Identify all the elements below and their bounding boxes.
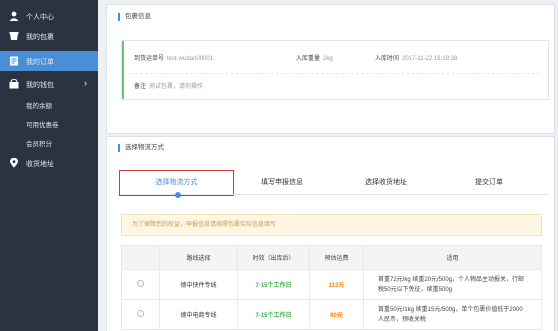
sidebar-item-profile[interactable]: 个人中心 xyxy=(0,6,98,26)
tab-select-address[interactable]: 选择收货地址 xyxy=(346,176,426,196)
sidebar-item-address[interactable]: 收货地址 xyxy=(0,153,98,173)
chevron-right-icon: › xyxy=(84,78,87,88)
description-line: 首重50元/1kg 续重15元/500g，单个包裹价值低于2000 xyxy=(378,306,523,313)
route-radio[interactable] xyxy=(137,310,144,317)
weight-value: 2kg xyxy=(323,56,333,62)
tab-progress-line xyxy=(121,194,549,195)
table-row[interactable]: 德中电商专线 7-15个工作日 80元 首重50元/1kg 续重15元/500g… xyxy=(121,299,542,330)
description-line: 人民币，预收关税 xyxy=(378,316,427,323)
sidebar-subitem-balance[interactable]: 我的余额 xyxy=(0,95,98,113)
sidebar-item-label: 我的钱包 xyxy=(26,82,54,89)
route-radio[interactable] xyxy=(137,280,144,287)
sidebar-item-label: 个人中心 xyxy=(26,14,54,21)
route-name: 德中电商专线 xyxy=(159,299,238,330)
orders-icon xyxy=(10,56,18,66)
description-line: 税50元以下免征，续重500g xyxy=(378,286,453,293)
tab-submit-order[interactable]: 提交订单 xyxy=(454,176,524,196)
logistics-table: 路线选择 时效（出库后） 预估运费 适用 德中快件专线 7-15个工作日 112… xyxy=(121,245,542,330)
package-note: 备注 测试包裹，请勿操作 xyxy=(134,81,203,90)
sidebar-subitem-coupons[interactable]: 可用优惠卷 xyxy=(0,114,98,132)
sidebar-subitem-points[interactable]: 会员积分 xyxy=(0,133,98,151)
route-name: 德中快件专线 xyxy=(159,269,238,300)
estimated-price: 80元 xyxy=(309,299,364,330)
sidebar: 个人中心 我的包裹 我的订单 我的钱包 › 我的余额 可用优惠卷 会员积分 收货… xyxy=(0,0,98,331)
wallet-icon xyxy=(9,79,19,89)
tracking-value: test-wudan00001 xyxy=(167,56,214,62)
tracking-number: 到货运单号 test-wudan00001 xyxy=(134,53,213,62)
route-description: 首重72元/kg 续重20元/500g，个人物品主动报关，行邮 税50元以下免征… xyxy=(363,269,542,300)
tracking-label: 到货运单号 xyxy=(134,56,165,62)
sidebar-item-wallet[interactable]: 我的钱包 › xyxy=(0,74,98,94)
location-icon xyxy=(10,158,18,168)
radio-cell[interactable] xyxy=(121,269,160,300)
tab-declaration-info[interactable]: 填写申报信息 xyxy=(242,176,322,196)
sidebar-item-label: 我的订单 xyxy=(26,59,54,66)
notice-banner: 为了保障您的权益，申报信息请按照包裹实际信息填写 xyxy=(121,214,542,236)
sidebar-item-label: 收货地址 xyxy=(26,161,54,168)
radio-cell[interactable] xyxy=(121,299,160,330)
sidebar-item-label: 我的包裹 xyxy=(26,34,54,41)
sidebar-item-packages[interactable]: 我的包裹 xyxy=(0,26,98,46)
delivery-time: 7-15个工作日 xyxy=(237,299,310,330)
table-header: 路线选择 xyxy=(159,245,238,270)
sidebar-item-orders[interactable]: 我的订单 xyxy=(0,51,98,71)
table-header: 预估运费 xyxy=(309,245,364,270)
sidebar-subitem-label: 会员积分 xyxy=(26,141,52,148)
note-label: 备注 xyxy=(134,84,147,90)
divider xyxy=(130,73,540,74)
time-value: 2017-11-22 16:19:38 xyxy=(402,56,458,62)
description-line: 首重72元/kg 续重20元/500g，个人物品主动报关，行邮 xyxy=(378,276,525,283)
delivery-time: 7-15个工作日 xyxy=(237,269,310,300)
user-icon xyxy=(9,11,19,21)
route-description: 首重50元/1kg 续重15元/500g，单个包裹价值低于2000 人民币，预收… xyxy=(363,299,542,330)
package-time: 入库时间 2017-11-22 16:19:38 xyxy=(375,53,457,62)
sidebar-subitem-label: 我的余额 xyxy=(26,103,52,110)
package-info-title: 包裹信息 xyxy=(118,13,151,21)
table-row[interactable]: 德中快件专线 7-15个工作日 112元 首重72元/kg 续重20元/500g… xyxy=(121,269,542,300)
table-header: 适用 xyxy=(363,245,542,270)
package-icon xyxy=(9,32,19,40)
active-step-indicator xyxy=(175,192,181,198)
table-header xyxy=(121,245,160,270)
logistics-panel-title: 选择物流方式 xyxy=(118,144,164,152)
sidebar-subitem-label: 可用优惠卷 xyxy=(26,122,59,129)
package-weight: 入库重量 2kg xyxy=(296,53,333,62)
estimated-price: 112元 xyxy=(309,269,364,300)
weight-label: 入库重量 xyxy=(296,56,321,62)
note-value: 测试包裹，请勿操作 xyxy=(149,84,204,90)
table-header: 时效（出库后） xyxy=(237,245,310,270)
table-header-row: 路线选择 时效（出库后） 预估运费 适用 xyxy=(121,245,542,270)
package-info-box: 到货运单号 test-wudan00001 入库重量 2kg 入库时间 2017-11… xyxy=(121,40,549,100)
time-label: 入库时间 xyxy=(375,56,400,62)
